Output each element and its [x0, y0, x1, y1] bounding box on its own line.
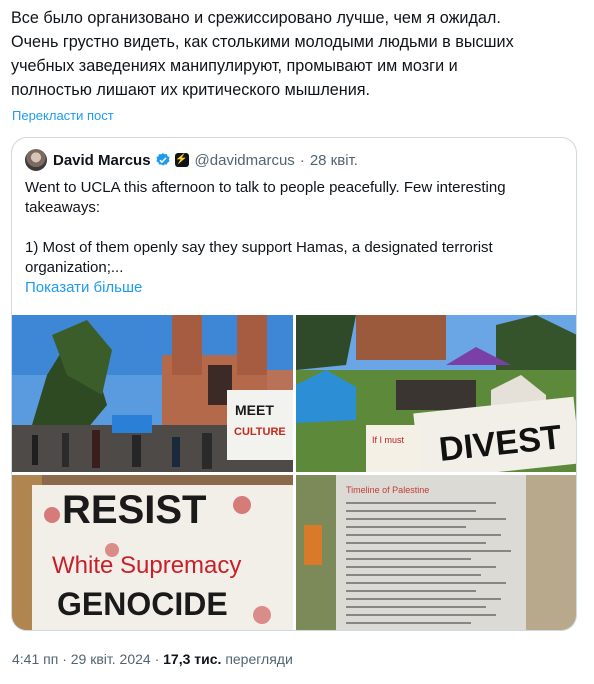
photo-resist-sign[interactable]: RESIST White Supremacy GENOCIDE	[12, 475, 293, 630]
post-time[interactable]: 4:41 пп	[12, 651, 58, 667]
sign-culture: CULTURE	[234, 426, 286, 438]
show-more-link[interactable]: Показати більше	[25, 279, 142, 296]
quoted-post-text: Went to UCLA this afternoon to talk to p…	[25, 179, 506, 276]
views-count: 17,3 тис.	[163, 651, 222, 667]
quoted-post-date[interactable]: 28 квіт.	[310, 152, 358, 169]
sign-timeline: Timeline of Palestine	[346, 485, 429, 495]
post-metadata: 4:41 пп · 29 квіт. 2024 · 17,3 тис. пере…	[12, 651, 293, 667]
meta-separator: ·	[154, 651, 160, 667]
quoted-post-header: David Marcus ⚡ @davidmarcus · 28 квіт.	[25, 149, 358, 171]
sign-resist: RESIST	[62, 488, 206, 532]
affiliate-badge-icon: ⚡	[174, 153, 189, 167]
post-text: Все было организовано и срежиссировано л…	[11, 9, 514, 99]
photo-encampment-divest[interactable]: DIVEST If I must	[296, 315, 576, 472]
sign-genocide: GENOCIDE	[57, 586, 228, 622]
translate-post-link[interactable]: Перекласти пост	[12, 108, 114, 123]
quoted-post-card[interactable]: David Marcus ⚡ @davidmarcus · 28 квіт. W…	[11, 137, 577, 631]
sign-meet: MEET	[235, 402, 274, 418]
author-avatar[interactable]	[25, 149, 47, 171]
sign-white-supremacy: White Supremacy	[52, 552, 241, 579]
sign-if-i-must: If I must	[372, 435, 405, 445]
header-separator: ·	[299, 151, 305, 169]
author-name[interactable]: David Marcus	[53, 152, 151, 169]
photo-timeline-poster[interactable]: Timeline of Palestine	[296, 475, 576, 630]
author-handle[interactable]: @davidmarcus	[195, 152, 295, 169]
meta-separator: ·	[62, 651, 67, 667]
photo-royce-hall-crowd[interactable]: MEET CULTURE	[12, 315, 293, 472]
views-label: перегляди	[225, 651, 293, 667]
post-date[interactable]: 29 квіт. 2024	[71, 651, 151, 667]
verified-badge-icon	[156, 153, 170, 166]
